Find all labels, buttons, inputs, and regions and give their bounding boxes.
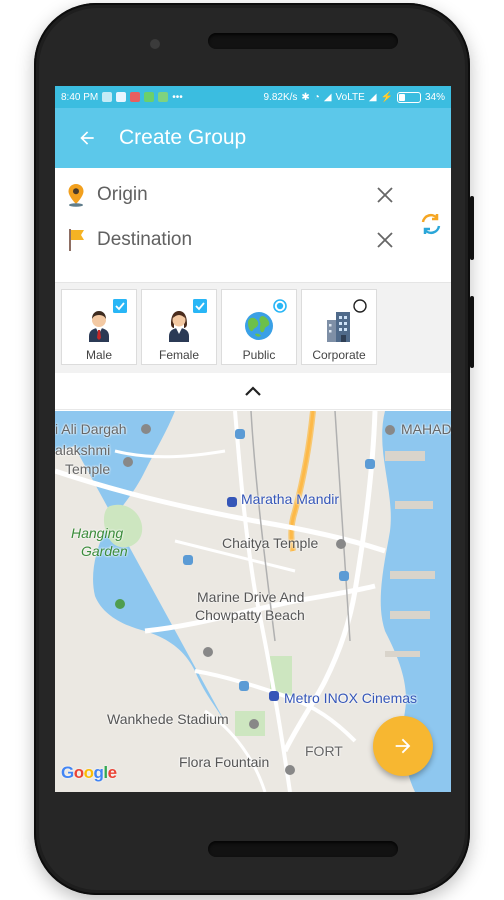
male-avatar-icon xyxy=(85,308,113,342)
clear-origin-button[interactable] xyxy=(365,186,405,204)
map-label: Hanging xyxy=(71,525,124,541)
map-label: Wankhede Stadium xyxy=(107,711,229,727)
network-speed: 9.82K/s xyxy=(263,91,298,103)
office-building-icon xyxy=(324,308,354,342)
category-label: Public xyxy=(242,348,276,362)
status-bar: 8:40 PM ••• 9.82K/s ✱ ◔ ◢ VoLTE ◢ ⚡ 34% xyxy=(55,86,451,108)
category-male[interactable]: Male xyxy=(61,289,137,365)
stadium-poi-icon[interactable] xyxy=(249,719,259,729)
transit-poi-icon[interactable] xyxy=(365,459,375,469)
bottom-speaker xyxy=(208,841,398,857)
origin-pin-icon xyxy=(55,183,97,207)
transit-poi-icon[interactable] xyxy=(235,429,245,439)
map-label: Flora Fountain xyxy=(179,754,270,770)
category-label: Female xyxy=(158,348,199,362)
clear-destination-button[interactable] xyxy=(365,231,405,249)
cinema-poi-icon[interactable] xyxy=(269,691,279,701)
next-button[interactable] xyxy=(373,716,433,776)
destination-flag-icon xyxy=(55,227,97,253)
destination-input[interactable]: Destination xyxy=(97,229,365,251)
front-camera xyxy=(150,39,160,49)
map-label: Maratha Mandir xyxy=(241,491,340,507)
category-corporate[interactable]: Corporate xyxy=(301,289,377,365)
swap-route-button[interactable] xyxy=(417,210,445,238)
category-label: Male xyxy=(85,348,112,362)
volume-button[interactable] xyxy=(470,296,474,368)
mosque-poi-icon[interactable] xyxy=(141,424,151,434)
destination-field[interactable]: Destination xyxy=(55,220,405,260)
back-button[interactable] xyxy=(55,128,119,148)
map-label: Garden xyxy=(81,543,128,559)
map-label: Temple xyxy=(65,461,111,477)
category-female[interactable]: Female xyxy=(141,289,217,365)
app-bar: Create Group xyxy=(55,108,451,168)
transit-poi-icon[interactable] xyxy=(239,681,249,691)
status-time: 8:40 PM xyxy=(61,91,99,103)
category-label: Corporate xyxy=(312,348,366,362)
map-label: alakshmi xyxy=(55,442,111,458)
earpiece-speaker xyxy=(208,33,398,49)
poi-icon[interactable] xyxy=(203,647,213,657)
transit-poi-icon[interactable] xyxy=(183,555,193,565)
notification-icon xyxy=(102,92,113,102)
network-type: VoLTE xyxy=(335,91,365,103)
page-title: Create Group xyxy=(119,126,247,149)
radio-unselected-icon[interactable] xyxy=(353,299,367,313)
temple-poi-icon[interactable] xyxy=(336,539,346,549)
cinema-poi-icon[interactable] xyxy=(227,497,237,507)
poi-icon[interactable] xyxy=(385,425,395,435)
arrow-back-icon xyxy=(80,131,94,145)
notification-icon xyxy=(130,92,141,102)
park-poi-icon[interactable] xyxy=(115,599,125,609)
google-logo: Google xyxy=(61,763,117,782)
group-type-options: Male Female Public Corporate xyxy=(55,283,451,373)
signal-icon: ◢ xyxy=(323,91,332,103)
monument-poi-icon[interactable] xyxy=(285,765,295,775)
app-screen: 8:40 PM ••• 9.82K/s ✱ ◔ ◢ VoLTE ◢ ⚡ 34% … xyxy=(55,86,451,792)
globe-icon xyxy=(243,308,275,342)
map-label: i Ali Dargah xyxy=(55,421,127,437)
radio-selected-icon[interactable] xyxy=(273,299,287,313)
battery-icon xyxy=(396,91,421,103)
swap-arrows-icon xyxy=(421,213,441,235)
category-public[interactable]: Public xyxy=(221,289,297,365)
checkbox-checked-icon[interactable] xyxy=(193,299,207,313)
map-label: Chowpatty Beach xyxy=(195,607,305,623)
map-label: Metro INOX Cinemas xyxy=(284,690,418,706)
bluetooth-icon: ✱ xyxy=(301,91,310,103)
notification-icon xyxy=(158,92,169,102)
more-notifications-icon: ••• xyxy=(172,91,183,103)
charging-icon: ⚡ xyxy=(380,91,393,103)
origin-field[interactable]: Origin xyxy=(55,175,405,215)
chevron-up-icon xyxy=(245,386,261,396)
whatsapp-icon xyxy=(144,92,155,102)
collapse-panel-button[interactable] xyxy=(55,373,451,410)
transit-poi-icon[interactable] xyxy=(339,571,349,581)
checkbox-checked-icon[interactable] xyxy=(113,299,127,313)
map-label: Chaitya Temple xyxy=(222,535,319,551)
notification-icon xyxy=(116,92,127,102)
route-inputs: Origin Destination xyxy=(55,168,451,283)
origin-input[interactable]: Origin xyxy=(97,184,365,206)
wifi-icon: ◔ xyxy=(313,91,320,103)
temple-poi-icon[interactable] xyxy=(123,457,133,467)
map-label: FORT xyxy=(305,743,343,759)
close-icon xyxy=(377,232,393,248)
map-label: Marine Drive And xyxy=(197,589,305,605)
arrow-forward-icon xyxy=(395,738,411,754)
female-avatar-icon xyxy=(165,308,193,342)
signal-icon: ◢ xyxy=(368,91,377,103)
battery-percent: 34% xyxy=(424,91,445,103)
map-label: MAHAD xyxy=(401,421,451,437)
close-icon xyxy=(377,187,393,203)
power-button[interactable] xyxy=(470,196,474,260)
